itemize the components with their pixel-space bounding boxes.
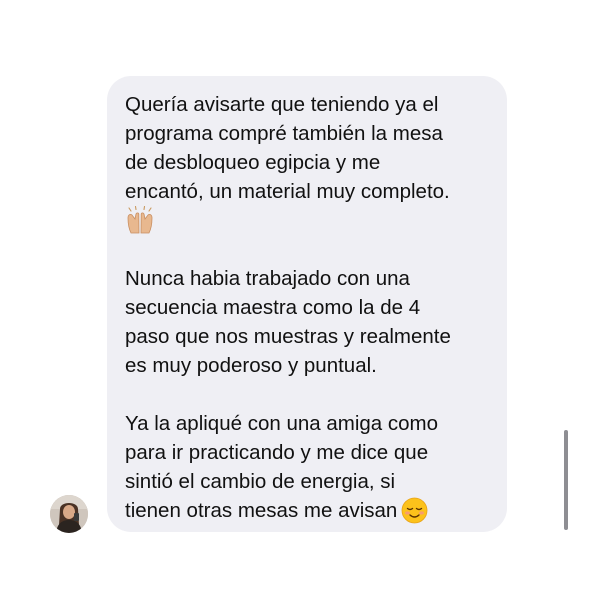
message-paragraph-3: Ya la apliqué con una amiga como para ir… xyxy=(125,409,489,525)
scrollbar[interactable] xyxy=(564,430,568,530)
message-paragraph-1: Quería avisarte que teniendo ya el progr… xyxy=(125,90,489,235)
message-paragraph-2: Nunca habia trabajado con una secuencia … xyxy=(125,267,451,377)
profile-avatar-icon xyxy=(50,495,88,533)
raising-hands-emoji-icon xyxy=(127,206,153,234)
message-paragraph-1-text: Quería avisarte que teniendo ya el progr… xyxy=(125,93,450,203)
sender-avatar[interactable] xyxy=(50,495,88,533)
smiling-face-emoji-icon xyxy=(401,497,428,524)
chat-screen: Quería avisarte que teniendo ya el progr… xyxy=(0,0,600,600)
message-paragraph-3-text: Ya la apliqué con una amiga como para ir… xyxy=(125,412,439,522)
message-bubble[interactable]: Quería avisarte que teniendo ya el progr… xyxy=(107,76,507,532)
